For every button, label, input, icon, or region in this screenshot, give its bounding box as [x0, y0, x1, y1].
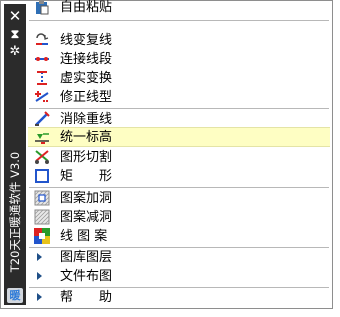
line-pattern-icon — [34, 228, 50, 244]
menu-item-hatch-remove-hole[interactable]: 图案减洞 — [28, 208, 330, 227]
menu-item-label: 文件布图 — [60, 269, 113, 284]
screen-menu: 自由粘贴 线变复线 连接线段 虚实变换 修正线型 消除重线 统一标高 图形切割 … — [28, 0, 330, 307]
menu-item-label: 虚实变换 — [60, 71, 113, 86]
menu-item-label: 统一标高 — [60, 130, 113, 145]
menu-item-label: 自由粘贴 — [60, 0, 113, 15]
app-logo-icon: 暖 — [7, 288, 23, 303]
menu-item-cut[interactable]: 图形切割 — [28, 148, 330, 167]
remove-overlap-icon — [34, 111, 50, 127]
menu-item-label: 图案减洞 — [60, 210, 113, 225]
menu-item-unify-elevation[interactable]: 统一标高 — [28, 127, 330, 147]
menu-item-library-layers[interactable]: 图库图层 — [28, 248, 330, 267]
menu-item-label: 修正线型 — [60, 90, 113, 105]
chevron-right-icon — [37, 293, 42, 301]
paste-icon — [34, 0, 50, 15]
menu-item-label: 图形切割 — [60, 150, 113, 165]
menu-item-label: 线 图 案 — [60, 229, 108, 244]
panel-title-bar[interactable]: ✕ ⧗ ✲ T20天正暖通软件 V3.0 暖 — [4, 4, 26, 305]
hatch-add-hole-icon — [34, 190, 50, 206]
autohide-icon[interactable]: ⧗ — [4, 26, 26, 42]
menu-item-label: 连接线段 — [60, 52, 113, 67]
menu-item-file-layout[interactable]: 文件布图 — [28, 267, 330, 286]
menu-item-label: 线变复线 — [60, 33, 113, 48]
menu-item-line-pattern[interactable]: 线 图 案 — [28, 227, 330, 246]
chevron-right-icon — [37, 253, 42, 261]
menu-item-label: 图库图层 — [60, 250, 113, 265]
menu-item-label: 矩 形 — [60, 169, 113, 184]
separator — [29, 187, 329, 188]
menu-item-fix-linetype[interactable]: 修正线型 — [28, 88, 330, 107]
hatch-remove-hole-icon — [34, 209, 50, 225]
chevron-right-icon — [37, 272, 42, 280]
line-to-polyline-icon — [34, 32, 50, 48]
dash-solid-icon — [34, 70, 50, 86]
cut-icon — [34, 149, 50, 165]
fix-linetype-icon — [34, 89, 50, 105]
menu-item-paste[interactable]: 自由粘贴 — [28, 0, 330, 17]
menu-item-label: 图案加洞 — [60, 191, 113, 206]
separator — [29, 20, 329, 21]
menu-item-dash-solid[interactable]: 虚实变换 — [28, 69, 330, 88]
settings-icon[interactable]: ✲ — [4, 44, 26, 60]
separator — [29, 108, 329, 109]
menu-item-help[interactable]: 帮 助 — [28, 288, 330, 307]
panel-title: T20天正暖通软件 V3.0 — [8, 151, 22, 273]
menu-item-line-to-polyline[interactable]: 线变复线 — [28, 31, 330, 50]
close-icon[interactable]: ✕ — [4, 8, 26, 24]
menu-item-hatch-add-hole[interactable]: 图案加洞 — [28, 189, 330, 208]
rectangle-icon — [34, 168, 50, 184]
menu-item-label: 帮 助 — [60, 290, 113, 305]
unify-elevation-icon — [34, 129, 50, 145]
tool-panel: ✕ ⧗ ✲ T20天正暖通软件 V3.0 暖 自由粘贴 线变复线 连接线段 虚实… — [0, 0, 333, 309]
menu-item-connect-lines[interactable]: 连接线段 — [28, 50, 330, 69]
menu-item-rectangle[interactable]: 矩 形 — [28, 167, 330, 186]
connect-lines-icon — [34, 51, 50, 67]
